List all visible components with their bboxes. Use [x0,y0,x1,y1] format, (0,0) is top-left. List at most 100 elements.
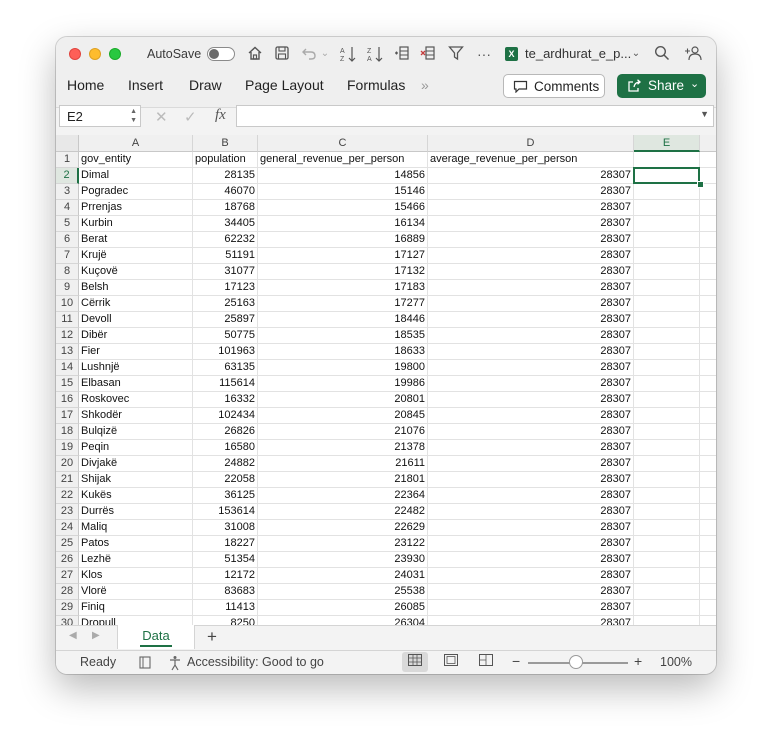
table-cell[interactable]: 24031 [258,568,428,584]
table-cell[interactable] [634,184,700,200]
file-name[interactable]: te_ardhurat_e_p... [525,46,631,61]
table-cell[interactable] [700,296,716,312]
table-cell[interactable]: Lushnjë [79,360,193,376]
table-cell[interactable]: 28307 [428,264,634,280]
table-cell[interactable]: 21378 [258,440,428,456]
zoom-slider-thumb[interactable] [569,655,583,669]
table-cell[interactable]: Dropull [79,616,193,625]
table-cell[interactable]: 23122 [258,536,428,552]
table-cell[interactable] [634,424,700,440]
sort-descending-icon[interactable]: ZA [365,45,385,63]
table-cell[interactable]: Dimal [79,168,193,184]
search-icon[interactable] [652,45,672,63]
table-cell[interactable]: 18633 [258,344,428,360]
tab-insert[interactable]: Insert [128,77,163,93]
table-cell[interactable]: 16889 [258,232,428,248]
table-cell[interactable]: 115614 [193,376,258,392]
table-cell[interactable] [700,392,716,408]
table-cell[interactable]: 28135 [193,168,258,184]
filter-icon[interactable] [446,45,466,63]
insert-cells-icon[interactable] [392,45,412,63]
table-cell[interactable]: 28307 [428,392,634,408]
row-header[interactable]: 29 [56,600,79,616]
table-cell[interactable]: 28307 [428,568,634,584]
row-header[interactable]: 5 [56,216,79,232]
table-cell[interactable] [634,344,700,360]
table-cell[interactable]: 17183 [258,280,428,296]
header-cell[interactable] [634,152,700,168]
zoom-level[interactable]: 100% [660,655,692,669]
table-cell[interactable] [700,536,716,552]
table-cell[interactable] [634,392,700,408]
table-cell[interactable] [700,360,716,376]
table-cell[interactable]: 28307 [428,504,634,520]
table-cell[interactable]: Kukës [79,488,193,504]
table-cell[interactable]: 18446 [258,312,428,328]
table-cell[interactable]: 31008 [193,520,258,536]
table-cell[interactable] [700,488,716,504]
table-cell[interactable]: Fier [79,344,193,360]
table-cell[interactable]: 28307 [428,248,634,264]
sort-ascending-icon[interactable]: AZ [338,45,358,63]
table-cell[interactable] [634,408,700,424]
confirm-formula-icon[interactable]: ✓ [184,108,197,126]
table-cell[interactable]: Finiq [79,600,193,616]
table-cell[interactable]: 28307 [428,312,634,328]
table-cell[interactable]: 28307 [428,488,634,504]
table-cell[interactable]: 8250 [193,616,258,625]
header-cell[interactable]: population [193,152,258,168]
table-cell[interactable]: 20801 [258,392,428,408]
row-header[interactable]: 28 [56,584,79,600]
row-header[interactable]: 22 [56,488,79,504]
row-header[interactable]: 10 [56,296,79,312]
table-cell[interactable] [700,552,716,568]
table-cell[interactable]: Shijak [79,472,193,488]
table-cell[interactable]: 17132 [258,264,428,280]
table-cell[interactable]: 28307 [428,216,634,232]
table-cell[interactable]: Kurbin [79,216,193,232]
table-cell[interactable] [700,568,716,584]
table-cell[interactable]: 14856 [258,168,428,184]
table-cell[interactable]: 63135 [193,360,258,376]
row-header[interactable]: 27 [56,568,79,584]
table-cell[interactable]: Devoll [79,312,193,328]
table-cell[interactable]: 28307 [428,232,634,248]
next-sheet-icon[interactable]: ▶ [92,630,100,641]
table-cell[interactable]: 28307 [428,184,634,200]
table-cell[interactable] [634,584,700,600]
cancel-formula-icon[interactable]: ✕ [155,108,168,126]
table-cell[interactable] [700,472,716,488]
table-cell[interactable]: 17277 [258,296,428,312]
table-cell[interactable] [700,504,716,520]
table-cell[interactable]: 28307 [428,456,634,472]
table-cell[interactable] [634,296,700,312]
comments-button[interactable]: Comments [503,74,605,98]
select-all-corner[interactable] [56,135,79,152]
table-cell[interactable] [700,456,716,472]
table-cell[interactable] [700,280,716,296]
table-cell[interactable]: Vlorë [79,584,193,600]
row-header[interactable]: 2 [56,168,79,184]
share-button[interactable]: Share ⌄ [617,74,706,98]
table-cell[interactable]: Durrës [79,504,193,520]
column-header[interactable]: D [428,135,634,152]
autosave-toggle[interactable] [207,47,235,61]
insert-function-icon[interactable]: fx [215,107,226,124]
header-cell[interactable]: average_revenue_per_person [428,152,634,168]
table-cell[interactable] [634,552,700,568]
undo-dropdown-icon[interactable]: ⌄ [319,45,331,63]
table-cell[interactable]: Divjakë [79,456,193,472]
table-cell[interactable]: 28307 [428,440,634,456]
row-header[interactable]: 26 [56,552,79,568]
row-header[interactable]: 1 [56,152,79,168]
add-sheet-button[interactable]: + [207,627,217,647]
name-box[interactable]: E2 ▲ ▼ [59,105,141,127]
table-cell[interactable]: Prrenjas [79,200,193,216]
table-cell[interactable] [700,440,716,456]
table-cell[interactable] [634,504,700,520]
row-header[interactable]: 18 [56,424,79,440]
row-header[interactable]: 12 [56,328,79,344]
table-cell[interactable]: 25897 [193,312,258,328]
table-cell[interactable]: Krujë [79,248,193,264]
table-cell[interactable]: 50775 [193,328,258,344]
